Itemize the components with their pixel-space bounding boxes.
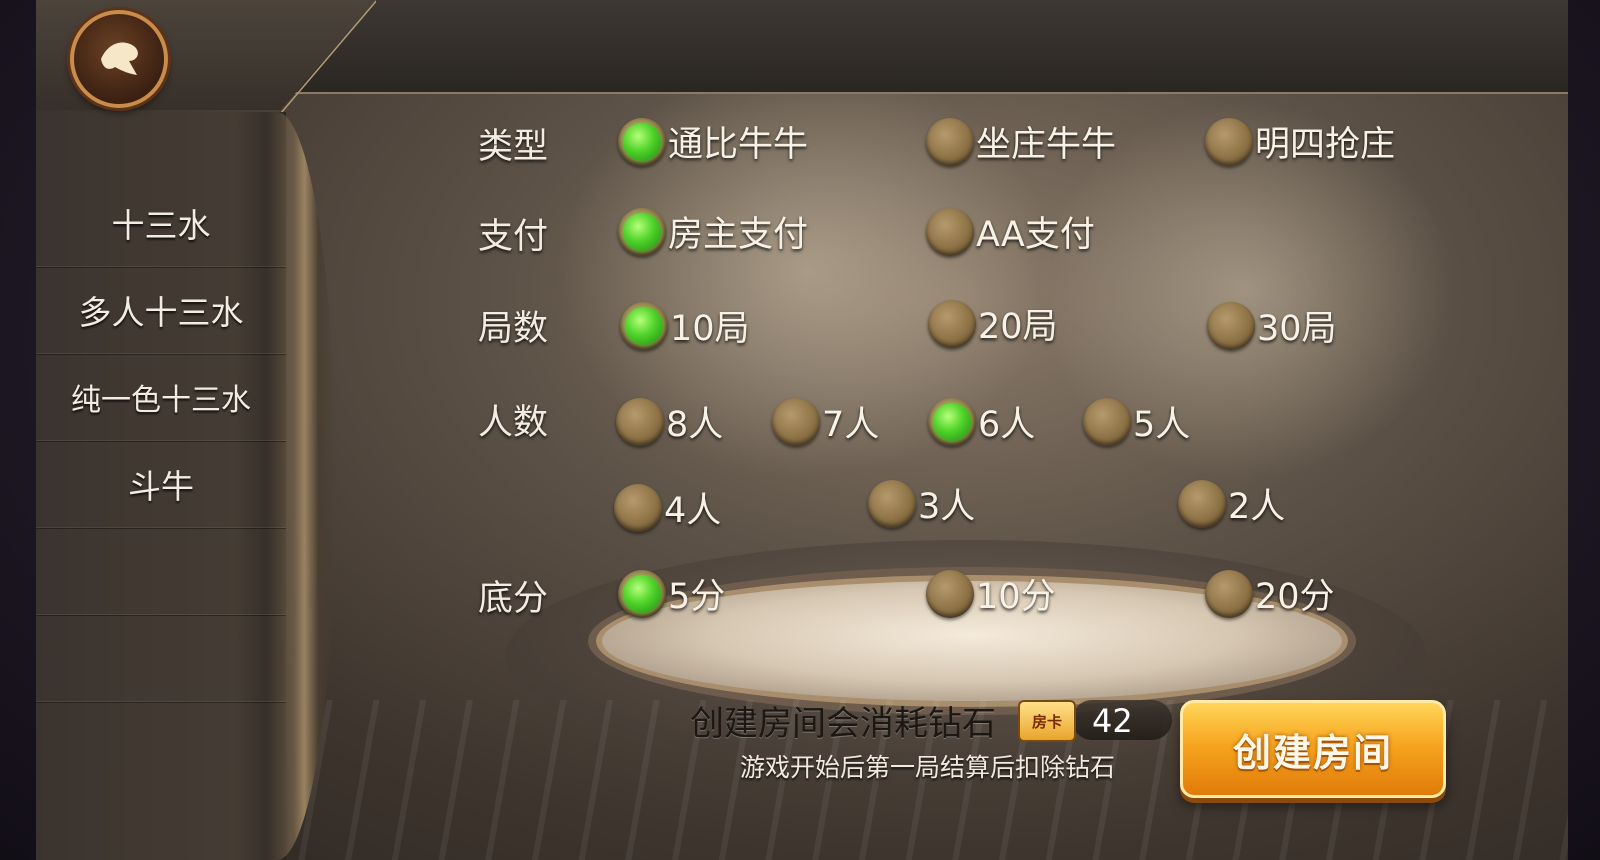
option-label: 通比牛牛 [668,125,809,165]
base-score-option-10[interactable]: 10分 [926,568,1056,619]
type-option-zuozhuang[interactable]: 坐庄牛牛 [926,116,1116,167]
players-option-3[interactable]: 3人 [868,478,975,529]
option-label: 20局 [978,307,1058,347]
sidebar-item-empty-2 [36,615,286,702]
option-label: 明四抢庄 [1255,125,1396,165]
sidebar-item-empty-1 [36,528,286,615]
type-label: 类型 [478,127,549,167]
rounds-option-20[interactable]: 20局 [928,298,1058,349]
rounds-option-10[interactable]: 10局 [620,300,750,351]
radio-unselected [1178,479,1226,528]
option-label: 30局 [1257,309,1337,349]
players-option-5[interactable]: 5人 [1083,396,1190,447]
option-label: 7人 [822,405,880,445]
create-room-button[interactable]: 创建房间 [1180,700,1446,798]
room-card-icon: 房卡 [1018,700,1076,742]
type-option-mingsi[interactable]: 明四抢庄 [1205,116,1395,167]
radio-unselected [1205,117,1253,166]
back-button[interactable] [70,10,168,108]
radio-selected [618,569,666,618]
rounds-label: 局数 [478,309,549,349]
radio-unselected [1083,397,1131,446]
option-label: 房主支付 [668,215,809,255]
radio-unselected [928,299,976,348]
payment-option-aa[interactable]: AA支付 [926,206,1095,257]
radio-unselected [616,397,664,446]
option-label: 10分 [976,577,1056,617]
base-score-option-5[interactable]: 5分 [618,568,725,619]
option-label: 4人 [664,491,722,531]
option-label: 6人 [978,405,1036,445]
radio-unselected [926,117,974,166]
players-option-6[interactable]: 6人 [928,396,1035,447]
sidebar-item-multi-shisanshui[interactable]: 多人十三水 [36,267,286,354]
option-label: 5分 [668,577,726,617]
players-label: 人数 [478,403,549,443]
radio-unselected [772,397,820,446]
option-label: 20分 [1255,577,1335,617]
payment-option-host[interactable]: 房主支付 [618,206,808,257]
sidebar-item-shisanshui[interactable]: 十三水 [36,180,286,267]
deduction-note: 游戏开始后第一局结算后扣除钻石 [740,753,1116,782]
radio-selected [618,117,666,166]
radio-unselected [926,569,974,618]
option-label: 坐庄牛牛 [976,125,1117,165]
sidebar-item-pure-shisanshui[interactable]: 纯一色十三水 [36,354,286,441]
radio-unselected [868,479,916,528]
players-option-8[interactable]: 8人 [616,396,723,447]
create-room-button-label: 创建房间 [1232,730,1393,775]
diamond-count: 42 [1092,702,1133,740]
rounds-option-30[interactable]: 30局 [1207,300,1337,351]
radio-unselected [614,483,662,532]
payment-label: 支付 [478,217,549,257]
radio-unselected [1207,301,1255,350]
players-option-7[interactable]: 7人 [772,396,879,447]
option-label: 2人 [1228,487,1286,527]
radio-selected [618,207,666,256]
base-score-option-20[interactable]: 20分 [1205,568,1335,619]
option-label: 8人 [666,405,724,445]
sidebar-item-douniu[interactable]: 斗牛 [36,441,286,528]
players-option-4[interactable]: 4人 [614,482,721,533]
base-score-label: 底分 [478,579,549,619]
players-option-2[interactable]: 2人 [1178,478,1285,529]
radio-selected [928,397,976,446]
option-label: 10局 [670,309,750,349]
option-label: 3人 [918,487,976,527]
spade-back-icon [101,42,138,75]
radio-unselected [926,207,974,256]
diamond-cost-text: 创建房间会消耗钻石 [690,704,996,744]
radio-unselected [1205,569,1253,618]
radio-selected [620,301,668,350]
option-label: 5人 [1133,405,1191,445]
type-option-tongbi[interactable]: 通比牛牛 [618,116,808,167]
option-label: AA支付 [976,215,1095,255]
